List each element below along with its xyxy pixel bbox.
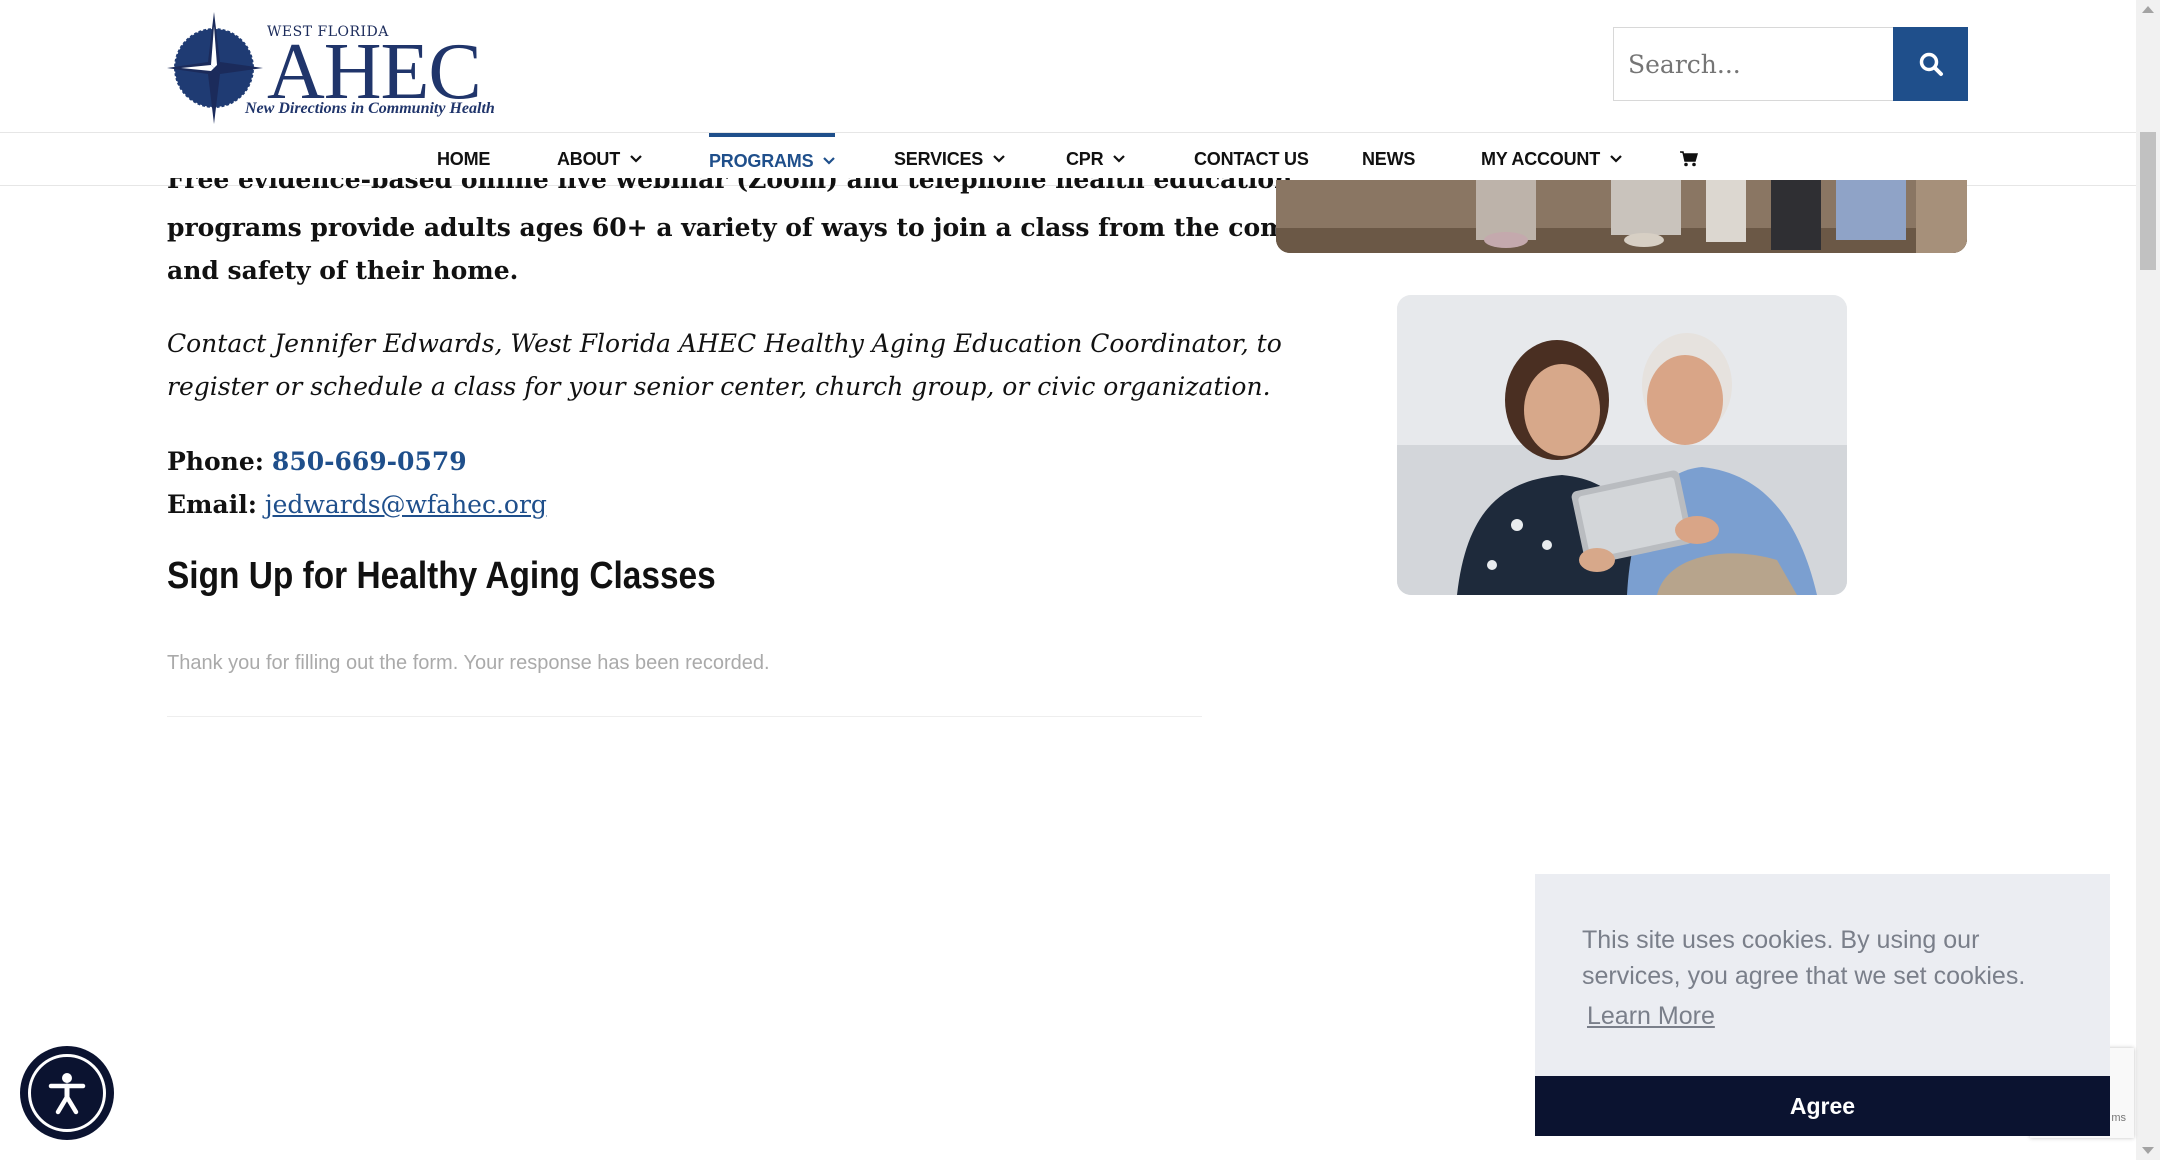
intro-line: programs provide adults ages 60+ a varie… [167, 213, 1339, 242]
divider [167, 716, 1202, 717]
nav-label: SERVICES [894, 148, 984, 169]
seniors-group-image [1276, 180, 1967, 253]
email-line: Email: jedwards@wfahec.org [167, 483, 547, 526]
learn-more-link[interactable]: Learn More [1587, 1002, 1715, 1031]
site-header: WEST FLORIDA AHEC New Directions in Comm… [0, 0, 2136, 133]
nav-item-my-account[interactable]: MY ACCOUNT [1481, 133, 1622, 185]
nav-label: NEWS [1362, 148, 1416, 169]
nav-item-about[interactable]: ABOUT [557, 133, 642, 185]
nav-label: ABOUT [557, 148, 620, 169]
cookie-banner: This site uses cookies. By using our ser… [1535, 874, 2110, 1136]
scrollbar-thumb[interactable] [2140, 132, 2156, 270]
nav-item-news[interactable]: NEWS [1362, 133, 1415, 185]
seniors-group-photo [1276, 180, 1967, 253]
logo-tagline: New Directions in Community Health [245, 100, 495, 117]
agree-button[interactable]: Agree [1535, 1076, 2110, 1136]
page-scrollbar[interactable] [2136, 0, 2160, 1160]
nav-label: MY ACCOUNT [1481, 148, 1600, 169]
chevron-down-icon [823, 157, 836, 165]
phone-label: Phone: [167, 447, 264, 476]
contact-line: Contact Jennifer Edwards, West Florida A… [167, 329, 1282, 358]
nav-item-cpr[interactable]: CPR [1066, 133, 1126, 185]
search-form [1613, 27, 1968, 103]
signup-heading: Sign Up for Healthy Aging Classes [167, 555, 716, 597]
phone-line: Phone: 850-669-0579 [167, 440, 467, 483]
nav-label: CONTACT US [1194, 148, 1309, 169]
intro-line: and safety of their home. [167, 256, 519, 285]
scroll-down-arrow-icon[interactable] [2142, 1147, 2154, 1154]
search-icon [1919, 52, 1943, 76]
accessibility-icon [48, 1073, 86, 1115]
contact-line: register or schedule a class for your se… [167, 372, 1271, 401]
form-confirmation: Thank you for filling out the form. Your… [167, 652, 770, 674]
nav-label: HOME [437, 148, 491, 169]
nav-item-contact-us[interactable]: CONTACT US [1194, 133, 1309, 185]
nav-item-services[interactable]: SERVICES [894, 133, 1005, 185]
site-logo[interactable]: WEST FLORIDA AHEC New Directions in Comm… [167, 8, 495, 124]
nav-item-cart[interactable] [1680, 133, 1698, 185]
chevron-down-icon [993, 155, 1005, 163]
nav-item-home[interactable]: HOME [437, 133, 490, 185]
nav-label: CPR [1066, 148, 1104, 169]
nav-label: PROGRAMS [709, 150, 814, 171]
shopping-cart-icon [1680, 151, 1698, 167]
email-link[interactable]: jedwards@wfahec.org [265, 490, 547, 519]
accessibility-ring [28, 1054, 106, 1132]
search-input[interactable] [1613, 27, 1922, 101]
email-label: Email: [167, 490, 257, 519]
phone-link[interactable]: 850-669-0579 [272, 447, 467, 476]
seniors-tablet-photo [1397, 295, 1847, 595]
contact-paragraph: Contact Jennifer Edwards, West Florida A… [167, 322, 1282, 408]
accessibility-button[interactable] [20, 1046, 114, 1140]
chevron-down-icon [1610, 155, 1622, 163]
nav-item-programs[interactable]: PROGRAMS [709, 133, 836, 185]
search-button[interactable] [1893, 27, 1968, 101]
chevron-down-icon [630, 155, 642, 163]
cookie-message: This site uses cookies. By using our ser… [1582, 926, 2026, 990]
seniors-tablet-image [1397, 295, 1847, 595]
recaptcha-text: ms [2111, 1112, 2126, 1124]
scroll-up-arrow-icon[interactable] [2142, 6, 2154, 13]
chevron-down-icon [1113, 155, 1126, 163]
